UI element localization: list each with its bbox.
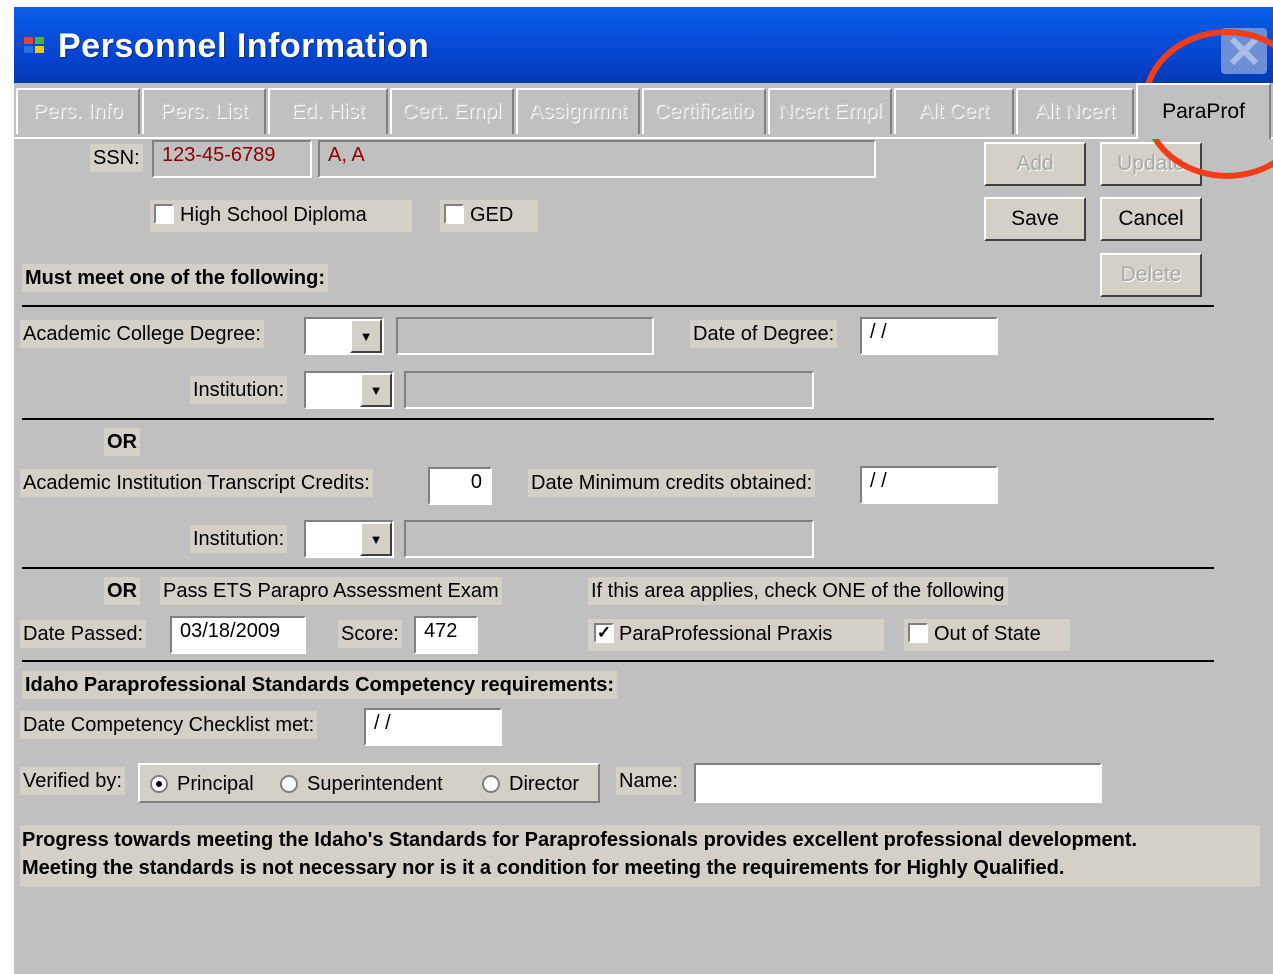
competency-date-label: Date Competency Checklist met:: [20, 711, 318, 739]
tab-alt-cert[interactable]: Alt Cert: [894, 88, 1014, 134]
degree-description-field: [396, 317, 654, 355]
tab-pers-list[interactable]: Pers. List: [142, 88, 266, 134]
out-of-state-checkbox[interactable]: [908, 623, 928, 643]
ssn-field[interactable]: 123-45-6789: [152, 140, 312, 178]
superintendent-label: Superintendent: [307, 773, 443, 795]
verifier-name-field[interactable]: [694, 763, 1102, 803]
save-button[interactable]: Save: [984, 197, 1086, 241]
ets-exam-label: Pass ETS Parapro Assessment Exam: [160, 577, 502, 605]
or-label-1: OR: [104, 428, 140, 456]
ged-checkbox[interactable]: [444, 204, 464, 224]
tab-ed-hist[interactable]: Ed. Hist: [268, 88, 388, 134]
degree-institution-label: Institution:: [190, 376, 288, 404]
credits-institution-name-field: [404, 520, 814, 558]
competency-date-field[interactable]: / /: [364, 708, 502, 746]
tab-pers-info[interactable]: Pers. Info: [16, 88, 140, 134]
hs-diploma-label: High School Diploma: [180, 204, 367, 226]
tab-assignmnt[interactable]: Assignmnt: [516, 88, 640, 134]
verified-by-label: Verified by:: [20, 767, 125, 795]
window-title: Personnel Information: [58, 27, 430, 65]
date-min-credits-field[interactable]: / /: [860, 466, 998, 504]
score-field[interactable]: 472: [414, 616, 478, 654]
note-box: Progress towards meeting the Idaho's Sta…: [20, 825, 1260, 887]
or-label-2: OR: [104, 577, 140, 605]
tab-alt-ncert[interactable]: Alt Ncert: [1016, 88, 1134, 134]
radio-superintendent[interactable]: [280, 775, 298, 793]
section-divider-3: [22, 567, 1214, 569]
out-of-state-label: Out of State: [934, 623, 1041, 645]
tab-paraprof[interactable]: ParaProf: [1136, 83, 1271, 139]
competency-heading: Idaho Paraprofessional Standards Compete…: [22, 671, 618, 699]
principal-label: Principal: [177, 773, 254, 795]
transcript-credits-field[interactable]: 0: [428, 467, 492, 505]
degree-institution-dropdown[interactable]: ▼: [304, 371, 394, 409]
radio-director[interactable]: [482, 775, 500, 793]
date-passed-field[interactable]: 03/18/2009: [170, 616, 306, 654]
director-label: Director: [509, 773, 580, 795]
academic-degree-label: Academic College Degree:: [20, 320, 264, 348]
tab-ncert-empl[interactable]: Ncert Empl: [768, 88, 892, 134]
employee-name-field[interactable]: A, A: [318, 140, 876, 178]
degree-institution-name-field: [404, 371, 814, 409]
section-divider-1: [22, 305, 1214, 307]
date-passed-label: Date Passed:: [20, 620, 147, 648]
applies-instruction-label: If this area applies, check ONE of the f…: [588, 577, 1008, 605]
ssn-label: SSN:: [90, 144, 143, 172]
chevron-down-icon: ▼: [350, 319, 382, 353]
degree-dropdown[interactable]: ▼: [304, 317, 384, 355]
tab-strip-divider: [14, 137, 1273, 139]
hs-diploma-checkbox[interactable]: [154, 204, 174, 224]
ged-label: GED: [470, 204, 514, 226]
cancel-button[interactable]: Cancel: [1100, 197, 1202, 241]
credits-institution-label: Institution:: [190, 525, 288, 553]
section-divider-4: [22, 660, 1214, 662]
add-button[interactable]: Add: [984, 142, 1086, 186]
delete-button[interactable]: Delete: [1100, 253, 1202, 297]
personnel-window: Personnel Information Pers. Info Pers. L…: [14, 7, 1273, 974]
date-min-credits-label: Date Minimum credits obtained:: [528, 469, 816, 497]
section-divider-2: [22, 418, 1214, 420]
transcript-credits-label: Academic Institution Transcript Credits:: [20, 469, 373, 497]
date-of-degree-label: Date of Degree:: [690, 320, 838, 348]
date-of-degree-field[interactable]: / /: [860, 317, 998, 355]
radio-principal[interactable]: [150, 775, 168, 793]
chevron-down-icon: ▼: [360, 522, 392, 556]
score-label: Score:: [338, 620, 402, 648]
verifier-name-label: Name:: [616, 767, 681, 795]
chevron-down-icon: ▼: [360, 373, 392, 407]
note-line-2: Meeting the standards is not necessary n…: [22, 857, 1065, 879]
must-meet-heading: Must meet one of the following:: [22, 264, 328, 292]
note-line-1: Progress towards meeting the Idaho's Sta…: [22, 829, 1138, 851]
praxis-checkbox[interactable]: ✓: [594, 623, 614, 643]
credits-institution-dropdown[interactable]: ▼: [304, 520, 394, 558]
tab-cert-empl[interactable]: Cert. Empl: [390, 88, 514, 134]
praxis-label: ParaProfessional Praxis: [619, 623, 833, 645]
windows-logo-icon: [24, 37, 46, 55]
title-bar: Personnel Information: [14, 7, 1273, 83]
tab-certification[interactable]: Certificatio: [642, 88, 766, 134]
